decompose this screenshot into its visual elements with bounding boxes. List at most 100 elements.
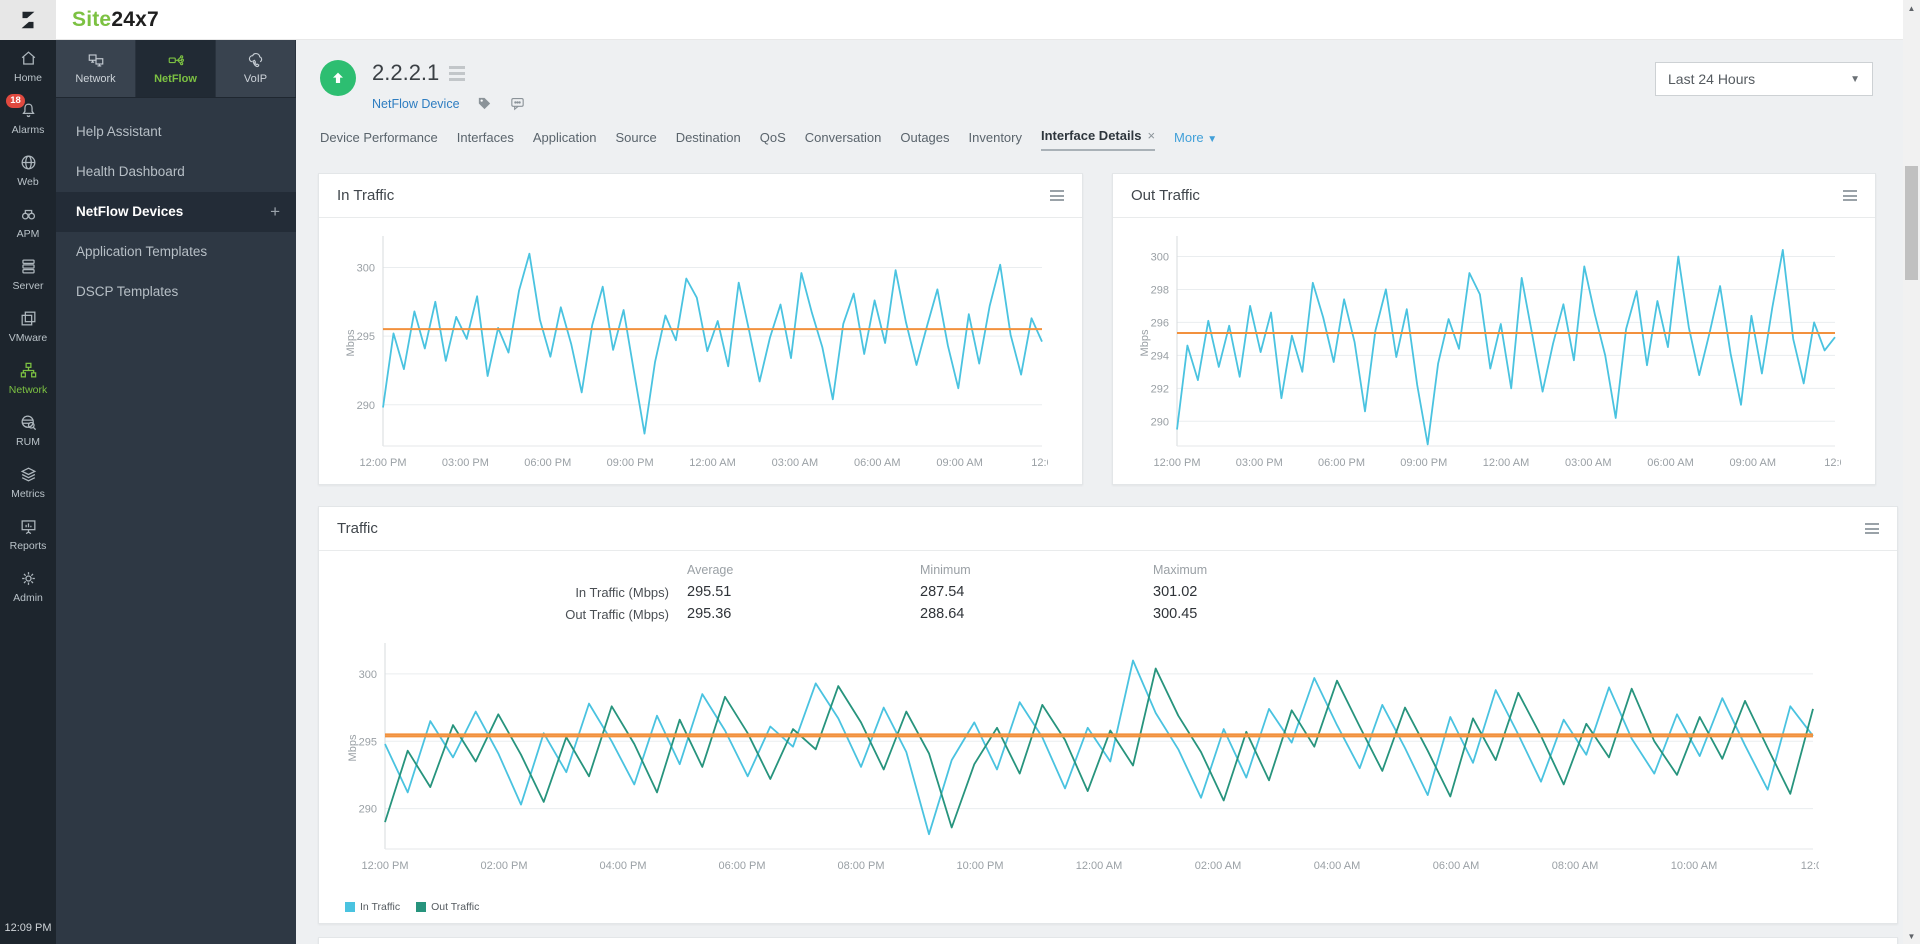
current-time: 12:09 PM: [4, 922, 52, 934]
rail-item-web[interactable]: Web: [0, 144, 56, 196]
rail-item-apm[interactable]: APM: [0, 196, 56, 248]
tab-qos[interactable]: QoS: [760, 130, 786, 151]
legend-in-traffic[interactable]: In Traffic: [345, 901, 400, 913]
svg-text:12:00 AM: 12:00 AM: [689, 457, 735, 469]
tab-destination[interactable]: Destination: [676, 130, 741, 151]
traffic-chart: 290 295 300 Mbps 12:00 PM 02:00 PM 04:00 PM 06:…: [339, 635, 1825, 877]
sidebar-item-label: Help Assistant: [76, 124, 162, 139]
sidebar-tab-network[interactable]: Network: [56, 40, 136, 97]
tab-source[interactable]: Source: [615, 130, 656, 151]
close-tab-icon[interactable]: ×: [1147, 128, 1155, 143]
device-type-link[interactable]: NetFlow Device: [372, 97, 460, 111]
more-tabs-button[interactable]: More ▼: [1174, 130, 1217, 151]
svg-text:09:00 PM: 09:00 PM: [607, 457, 654, 469]
time-range-select[interactable]: Last 24 Hours ▼: [1655, 62, 1873, 96]
sidebar-item-netflow-devices[interactable]: NetFlow Devices +: [56, 192, 296, 232]
rail-label: Alarms: [11, 124, 45, 136]
device-menu-icon[interactable]: [449, 65, 466, 81]
sidebar-item-health-dashboard[interactable]: Health Dashboard: [56, 152, 296, 192]
tab-interfaces[interactable]: Interfaces: [457, 130, 514, 151]
rail-item-network[interactable]: Network: [0, 352, 56, 404]
brand-24x7: 24x7: [111, 8, 159, 31]
stats-row-out-traffic: Out Traffic (Mbps) 295.36 288.64 300.45: [319, 603, 1897, 625]
stats-header-row: Average Minimum Maximum: [319, 559, 1897, 581]
tag-icon[interactable]: [476, 95, 493, 112]
comment-icon[interactable]: [509, 95, 526, 112]
sidebar-tab-netflow[interactable]: NetFlow: [136, 40, 216, 97]
chart-legend: In Traffic Out Traffic: [345, 901, 479, 913]
panel-menu-icon[interactable]: [1050, 190, 1064, 201]
rail-label: Network: [8, 384, 48, 396]
rail-item-home[interactable]: Home: [0, 40, 56, 92]
svg-text:02:00 PM: 02:00 PM: [480, 860, 527, 872]
rail-item-alarms[interactable]: 18 Alarms: [0, 92, 56, 144]
chevron-down-icon: ▼: [1207, 134, 1218, 145]
svg-text:08:00 AM: 08:00 AM: [1552, 860, 1598, 872]
row-label: Out Traffic (Mbps): [565, 606, 669, 622]
in-traffic-swatch: [345, 902, 355, 912]
svg-text:03:00 PM: 03:00 PM: [442, 457, 489, 469]
out-minimum-value: 288.64: [920, 606, 965, 622]
tab-device-performance[interactable]: Device Performance: [320, 130, 438, 151]
tab-interface-details[interactable]: Interface Details ×: [1041, 128, 1156, 151]
traffic-stats-table: Average Minimum Maximum In Traffic (Mbps…: [319, 559, 1897, 625]
scroll-up-arrow-icon[interactable]: ▲: [1903, 0, 1920, 16]
scrollbar-thumb[interactable]: [1905, 166, 1918, 280]
svg-text:294: 294: [1151, 350, 1169, 362]
add-device-button[interactable]: +: [270, 192, 280, 232]
svg-text:12:0: 12:0: [1824, 457, 1841, 469]
sidebar-item-label: DSCP Templates: [76, 284, 179, 299]
rail-label: Reports: [9, 540, 47, 552]
active-tab-label: Interface Details: [1041, 128, 1142, 143]
more-label: More: [1174, 130, 1204, 145]
brand-site: Site: [72, 8, 112, 31]
svg-text:12:0.: 12:0.: [1801, 860, 1819, 872]
sidebar-tabs: Network NetFlow VoIP: [56, 40, 296, 98]
tab-conversation[interactable]: Conversation: [805, 130, 882, 151]
sidebar-tab-voip[interactable]: VoIP: [216, 40, 296, 97]
in-maximum-value: 301.02: [1153, 584, 1198, 600]
legend-label: Out Traffic: [431, 901, 480, 913]
scroll-down-arrow-icon[interactable]: ▼: [1903, 928, 1920, 944]
tab-inventory[interactable]: Inventory: [969, 130, 1022, 151]
traffic-header: Traffic: [319, 507, 1897, 551]
sidebar: Network NetFlow VoIP Help Assistant Heal…: [56, 40, 296, 944]
svg-text:06:00 PM: 06:00 PM: [1318, 457, 1365, 469]
sidebar-item-label: Application Templates: [76, 244, 208, 259]
site24x7-s-logo[interactable]: [0, 0, 56, 40]
next-panel-partial: [318, 937, 1898, 944]
voip-cloud-icon: [248, 53, 262, 68]
svg-text:09:00 PM: 09:00 PM: [1400, 457, 1447, 469]
rail-item-server[interactable]: Server: [0, 248, 56, 300]
tab-outages[interactable]: Outages: [900, 130, 949, 151]
panel-menu-icon[interactable]: [1843, 190, 1857, 201]
out-traffic-panel: Out Traffic 290 292 294 296 298 300 Mbps 12:00 …: [1112, 173, 1876, 485]
sidebar-item-label: NetFlow Devices: [76, 204, 184, 219]
rail-label: RUM: [16, 436, 40, 448]
vertical-scrollbar[interactable]: ▲ ▼: [1903, 0, 1920, 944]
panel-menu-icon[interactable]: [1865, 523, 1879, 534]
vmware-icon: [21, 311, 35, 326]
svg-text:296: 296: [1151, 317, 1169, 329]
svg-text:Mbps: Mbps: [345, 329, 357, 356]
tab-application[interactable]: Application: [533, 130, 597, 151]
legend-out-traffic[interactable]: Out Traffic: [416, 901, 479, 913]
svg-text:290: 290: [359, 804, 377, 816]
rail-item-vmware[interactable]: VMware: [0, 300, 56, 352]
rail-item-admin[interactable]: Admin: [0, 560, 56, 612]
rail-item-reports[interactable]: Reports: [0, 508, 56, 560]
sidebar-item-help-assistant[interactable]: Help Assistant: [56, 112, 296, 152]
sidebar-item-dscp-templates[interactable]: DSCP Templates: [56, 272, 296, 312]
stats-row-in-traffic: In Traffic (Mbps) 295.51 287.54 301.02: [319, 581, 1897, 603]
rail-label: Admin: [13, 592, 43, 604]
rail-item-rum[interactable]: RUM: [0, 404, 56, 456]
rail-item-metrics[interactable]: Metrics: [0, 456, 56, 508]
svg-text:295: 295: [357, 331, 375, 343]
sidebar-item-application-templates[interactable]: Application Templates: [56, 232, 296, 272]
col-average: Average: [687, 563, 734, 577]
svg-text:04:00 AM: 04:00 AM: [1314, 860, 1360, 872]
svg-text:06:00 AM: 06:00 AM: [1433, 860, 1479, 872]
svg-text:300: 300: [359, 669, 377, 681]
rail-label: Server: [12, 280, 44, 292]
out-traffic-swatch: [416, 902, 427, 912]
